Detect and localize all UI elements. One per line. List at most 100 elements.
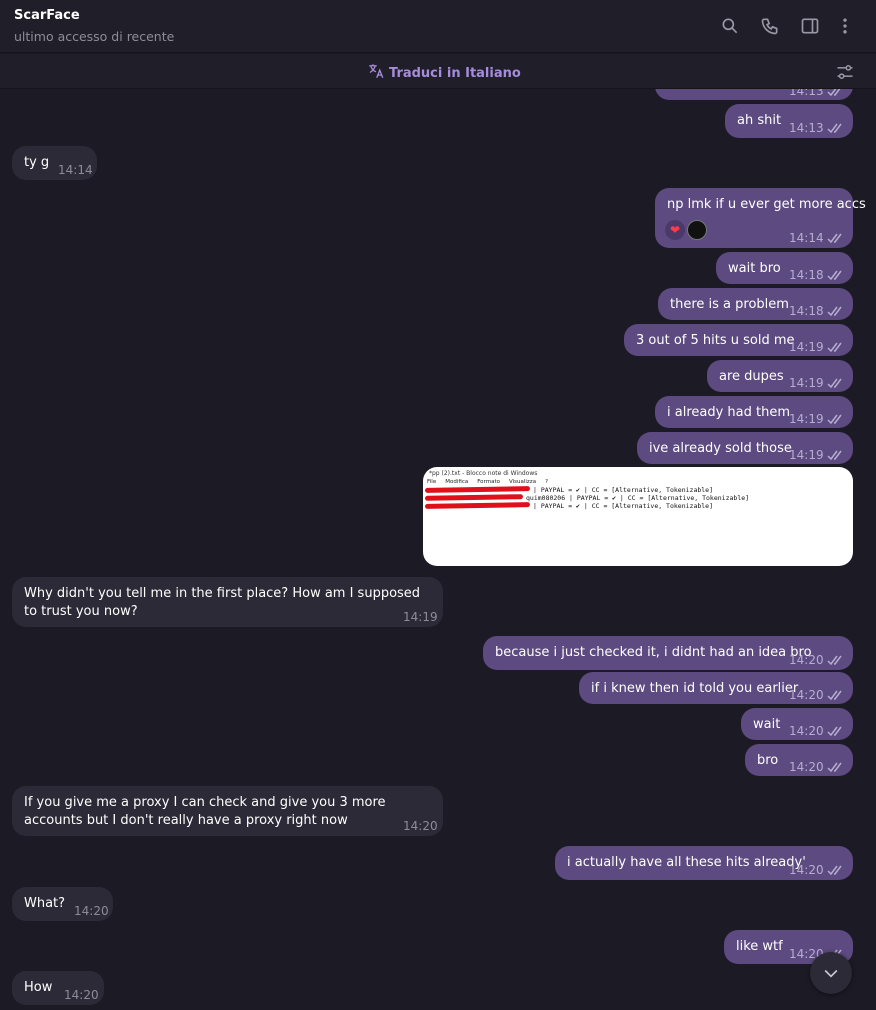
message-time: 14:20 [74,904,109,918]
read-checks-icon [827,342,842,353]
message-bubble[interactable]: How 14:20 [12,971,104,1005]
heart-icon[interactable]: ❤ [665,220,685,240]
message-text: bro [757,753,779,768]
scroll-to-bottom-button[interactable] [810,952,852,994]
message-bubble[interactable]: are dupes 14:19 [707,360,853,392]
read-checks-icon [827,270,842,281]
message-bubble[interactable]: 3 out of 5 hits u sold me 14:19 [624,324,853,356]
message-text: Why didn't you tell me in the first plac… [24,586,421,619]
message-bubble[interactable]: np lmk if u ever get more accs ❤ 14:14 [655,188,866,248]
read-checks-icon [827,378,842,389]
message-text: are dupes [719,369,784,384]
message-bubble[interactable]: there is a problem 14:18 [658,288,853,320]
message-bubble[interactable]: ah shit 14:13 [725,104,853,138]
avatar [687,220,707,240]
translate-settings-icon[interactable] [835,62,855,82]
message-text: How [24,980,53,995]
read-checks-icon [827,450,842,461]
read-checks-icon [827,726,842,737]
notepad-menu-item: Modifica [445,479,469,485]
message-time: 14:20 [789,688,824,702]
notepad-menu-item: File [427,479,437,485]
read-checks-icon [827,414,842,425]
message-time: 14:18 [789,304,824,318]
message-bubble[interactable]: bro 14:20 [745,744,853,776]
more-vertical-icon[interactable] [833,14,857,38]
message-bubble-partial[interactable]: 14:13 [655,89,853,100]
message-bubble[interactable]: wait bro 14:18 [716,252,853,284]
message-bubble[interactable]: i already had them 14:19 [655,396,853,428]
notepad-line: quim080206 | PAYPAL = ✔ | CC = [Alternat… [526,494,750,502]
message-time: 14:20 [403,819,438,833]
read-checks-icon [827,655,842,666]
message-text: i actually have all these hits already' [567,855,806,870]
notepad-line: | PAYPAL = ✔ | CC = [Alternative, Tokeni… [533,486,714,494]
chevron-down-icon [824,969,838,978]
message-text: ive already sold those [649,441,792,456]
reactions[interactable]: ❤ [665,220,707,240]
notepad-title: *pp (2).txt - Blocco note di Windows [429,470,538,477]
message-bubble[interactable]: ive already sold those 14:19 [637,432,853,464]
notepad-menu-item: ? [545,479,548,485]
message-time: 14:19 [789,376,824,390]
image-attachment[interactable]: *pp (2).txt - Blocco note di Windows Fil… [423,467,853,566]
message-time: 14:14 [789,231,824,245]
translate-label: Traduci in Italiano [389,65,521,81]
read-checks-icon [827,690,842,701]
message-time: 14:13 [789,89,824,98]
contact-name[interactable]: ScarFace [14,8,80,23]
read-checks-icon [827,123,842,134]
phone-icon[interactable] [758,14,782,38]
redaction-mark [424,494,524,501]
read-checks-icon [827,233,842,244]
message-bubble[interactable]: If you give me a proxy I can check and g… [12,786,443,836]
message-text: If you give me a proxy I can check and g… [24,795,386,828]
notepad-menu: File Modifica Formato Visualizza ? [427,479,548,485]
message-bubble[interactable]: if i knew then id told you earlier 14:20 [579,672,853,704]
message-bubble[interactable]: wait 14:20 [741,708,853,740]
message-text: wait bro [728,261,781,276]
message-text: np lmk if u ever get more accs [667,197,866,212]
message-bubble[interactable]: because i just checked it, i didnt had a… [483,636,853,670]
message-time: 14:20 [64,988,99,1002]
search-icon[interactable] [718,14,742,38]
chat-header: ScarFace ultimo accesso di recente [0,0,876,53]
message-list[interactable]: 14:13 ah shit 14:13 ty g 14:14 np lmk if… [0,89,876,1010]
message-time: 14:19 [789,340,824,354]
notepad-menu-item: Formato [477,479,500,485]
redaction-mark [424,486,531,493]
message-text: if i knew then id told you earlier [591,681,799,696]
read-checks-icon [827,89,841,97]
notepad-menu-item: Visualizza [508,479,537,485]
message-text: there is a problem [670,297,789,312]
message-time: 14:20 [789,653,824,667]
sidebar-toggle-icon[interactable] [798,14,822,38]
message-text: wait [753,717,781,732]
redaction-mark [424,502,531,509]
message-time: 14:13 [789,121,824,135]
message-time: 14:19 [789,448,824,462]
translate-icon [367,62,385,84]
message-time: 14:14 [58,163,93,177]
contact-status: ultimo accesso di recente [14,29,175,44]
message-time: 14:20 [789,863,824,877]
translate-bar: Traduci in Italiano [0,54,876,89]
read-checks-icon [827,865,842,876]
message-text: because i just checked it, i didnt had a… [495,645,812,660]
message-bubble[interactable]: i actually have all these hits already' … [555,846,853,880]
translate-button[interactable]: Traduci in Italiano [367,62,521,84]
message-time: 14:20 [789,760,824,774]
notepad-line: | PAYPAL = ✔ | CC = [Alternative, Tokeni… [533,502,714,510]
message-bubble[interactable]: What? 14:20 [12,887,113,921]
message-text: ah shit [737,113,782,128]
read-checks-icon [827,306,842,317]
message-time: 14:18 [789,268,824,282]
message-text: What? [24,896,66,911]
message-bubble[interactable]: ty g 14:14 [12,146,97,180]
message-bubble[interactable]: Why didn't you tell me in the first plac… [12,577,443,627]
message-text: ty g [24,155,50,170]
message-text: i already had them [667,405,791,420]
message-time: 14:20 [789,724,824,738]
message-time: 14:19 [789,412,824,426]
message-text: like wtf [736,939,783,954]
